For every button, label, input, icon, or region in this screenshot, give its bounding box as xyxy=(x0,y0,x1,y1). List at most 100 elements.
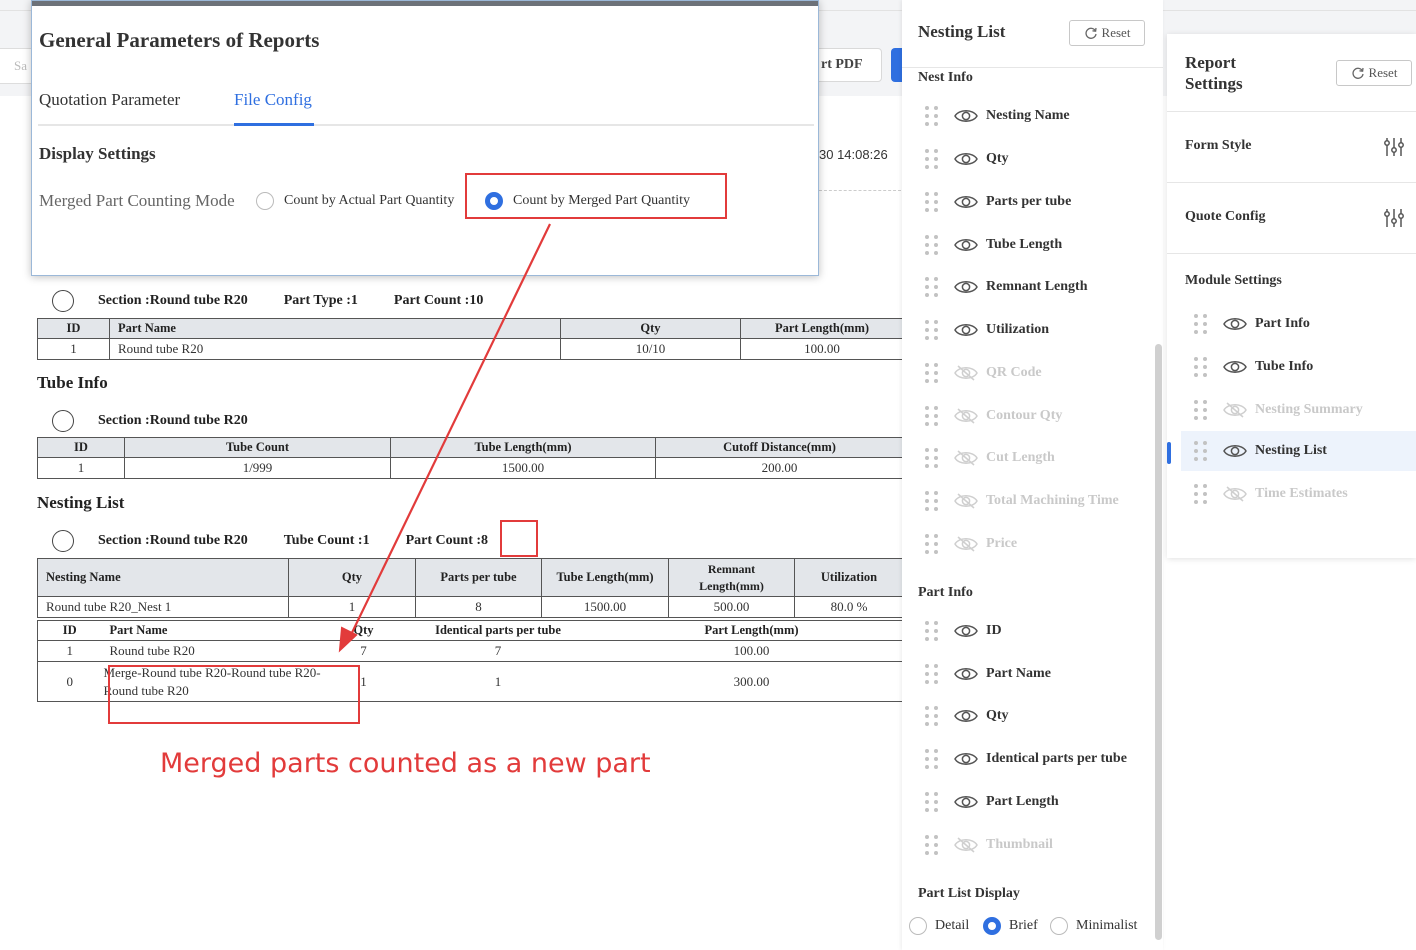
drag-handle-icon[interactable] xyxy=(924,148,942,170)
table-cell: 1500.00 xyxy=(390,457,656,479)
field-price[interactable]: Price xyxy=(924,532,1017,556)
eye-icon[interactable] xyxy=(954,321,978,339)
field-total-machining-time[interactable]: Total Machining Time xyxy=(924,489,1119,513)
eye-icon[interactable] xyxy=(954,107,978,125)
drag-handle-icon[interactable] xyxy=(924,490,942,512)
radio-button-selected[interactable] xyxy=(983,917,1001,935)
table-cell: Round tube R20_Nest 1 xyxy=(37,596,289,618)
form-style-row[interactable]: Form Style xyxy=(1167,111,1416,182)
option-brief[interactable]: Brief xyxy=(983,917,1038,935)
eye-off-icon[interactable] xyxy=(1223,485,1247,503)
eye-icon[interactable] xyxy=(954,622,978,640)
field-nesting-summary[interactable]: Nesting Summary xyxy=(1181,390,1416,430)
field-label: Tube Length xyxy=(986,237,1063,252)
eye-icon[interactable] xyxy=(954,750,978,768)
field-time-estimates[interactable]: Time Estimates xyxy=(1181,474,1416,514)
drag-handle-icon[interactable] xyxy=(924,319,942,341)
field-qty[interactable]: Qty xyxy=(924,147,1009,171)
quote-config-row[interactable]: Quote Config xyxy=(1167,182,1416,253)
section-radio[interactable] xyxy=(52,410,74,432)
field-remnant-length[interactable]: Remnant Length xyxy=(924,275,1088,299)
eye-icon[interactable] xyxy=(1223,442,1247,460)
eye-off-icon[interactable] xyxy=(954,836,978,854)
drag-handle-icon[interactable] xyxy=(924,447,942,469)
drag-handle-icon[interactable] xyxy=(924,234,942,256)
tube-section-header: Section :Round tube R20 xyxy=(52,410,248,432)
field-thumbnail[interactable]: Thumbnail xyxy=(924,833,1053,857)
field-id[interactable]: ID xyxy=(924,619,1002,643)
eye-icon[interactable] xyxy=(954,665,978,683)
drag-handle-icon[interactable] xyxy=(924,405,942,427)
eye-icon[interactable] xyxy=(954,193,978,211)
table-header: Part Length(mm) xyxy=(599,620,904,641)
section-radio[interactable] xyxy=(52,290,74,312)
eye-icon[interactable] xyxy=(1223,315,1247,333)
field-cut-length[interactable]: Cut Length xyxy=(924,446,1055,470)
drag-handle-icon[interactable] xyxy=(1193,356,1211,378)
field-label: Parts per tube xyxy=(986,194,1072,209)
reset-button[interactable]: Reset xyxy=(1336,60,1412,86)
scrollbar[interactable] xyxy=(1155,344,1162,940)
drag-handle-icon[interactable] xyxy=(924,276,942,298)
option-minimalist[interactable]: Minimalist xyxy=(1050,917,1137,935)
field-contour-qty[interactable]: Contour Qty xyxy=(924,404,1062,428)
sliders-icon[interactable] xyxy=(1383,137,1405,157)
drag-handle-icon[interactable] xyxy=(1193,483,1211,505)
drag-handle-icon[interactable] xyxy=(924,705,942,727)
eye-off-icon[interactable] xyxy=(954,492,978,510)
sliders-icon[interactable] xyxy=(1383,208,1405,228)
drag-handle-icon[interactable] xyxy=(1193,313,1211,335)
option-detail[interactable]: Detail xyxy=(909,917,969,935)
drag-handle-icon[interactable] xyxy=(924,748,942,770)
field-qr-code[interactable]: QR Code xyxy=(924,361,1042,385)
eye-off-icon[interactable] xyxy=(954,364,978,382)
eye-icon[interactable] xyxy=(954,150,978,168)
option-label: Minimalist xyxy=(1076,918,1138,933)
eye-off-icon[interactable] xyxy=(1223,401,1247,419)
drag-handle-icon[interactable] xyxy=(924,105,942,127)
tab-quotation-parameter[interactable]: Quotation Parameter xyxy=(39,90,180,110)
field-part-length[interactable]: Part Length xyxy=(924,790,1059,814)
drag-handle-icon[interactable] xyxy=(924,663,942,685)
table-row: 1 Round tube R20 10/10 100.00 xyxy=(37,338,904,360)
drag-handle-icon[interactable] xyxy=(924,362,942,384)
table-header: Qty xyxy=(288,558,416,597)
eye-icon[interactable] xyxy=(1223,358,1247,376)
eye-off-icon[interactable] xyxy=(954,449,978,467)
field-nesting-name[interactable]: Nesting Name xyxy=(924,104,1070,128)
field-qty[interactable]: Qty xyxy=(924,704,1009,728)
option-actual-quantity[interactable]: Count by Actual Part Quantity xyxy=(256,192,454,210)
field-nesting-list[interactable]: Nesting List xyxy=(1181,431,1416,471)
drag-handle-icon[interactable] xyxy=(924,191,942,213)
table-cell: 100.00 xyxy=(599,640,904,662)
drag-handle-icon[interactable] xyxy=(924,533,942,555)
eye-icon[interactable] xyxy=(954,236,978,254)
tab-file-config[interactable]: File Config xyxy=(234,90,312,110)
eye-icon[interactable] xyxy=(954,278,978,296)
eye-icon[interactable] xyxy=(954,793,978,811)
eye-off-icon[interactable] xyxy=(954,407,978,425)
field-part-info[interactable]: Part Info xyxy=(1181,304,1416,344)
field-identical-parts-per-tube[interactable]: Identical parts per tube xyxy=(924,747,1127,771)
field-part-name[interactable]: Part Name xyxy=(924,662,1051,686)
radio-button[interactable] xyxy=(256,192,274,210)
field-utilization[interactable]: Utilization xyxy=(924,318,1049,342)
field-tube-length[interactable]: Tube Length xyxy=(924,233,1062,257)
reset-button[interactable]: Reset xyxy=(1069,20,1145,46)
table-header: Qty xyxy=(560,318,741,339)
eye-off-icon[interactable] xyxy=(954,535,978,553)
drag-handle-icon[interactable] xyxy=(924,620,942,642)
eye-icon[interactable] xyxy=(954,707,978,725)
radio-button[interactable] xyxy=(1050,917,1068,935)
tube-count-label: Tube Count :1 xyxy=(283,533,370,548)
section-radio[interactable] xyxy=(52,530,74,552)
drag-handle-icon[interactable] xyxy=(924,834,942,856)
drag-handle-icon[interactable] xyxy=(1193,440,1211,462)
radio-button[interactable] xyxy=(909,917,927,935)
drag-handle-icon[interactable] xyxy=(1193,399,1211,421)
field-parts-per-tube[interactable]: Parts per tube xyxy=(924,190,1071,214)
table-cell: 200.00 xyxy=(655,457,904,479)
option-label: Detail xyxy=(935,918,970,933)
drag-handle-icon[interactable] xyxy=(924,791,942,813)
field-tube-info[interactable]: Tube Info xyxy=(1181,347,1416,387)
